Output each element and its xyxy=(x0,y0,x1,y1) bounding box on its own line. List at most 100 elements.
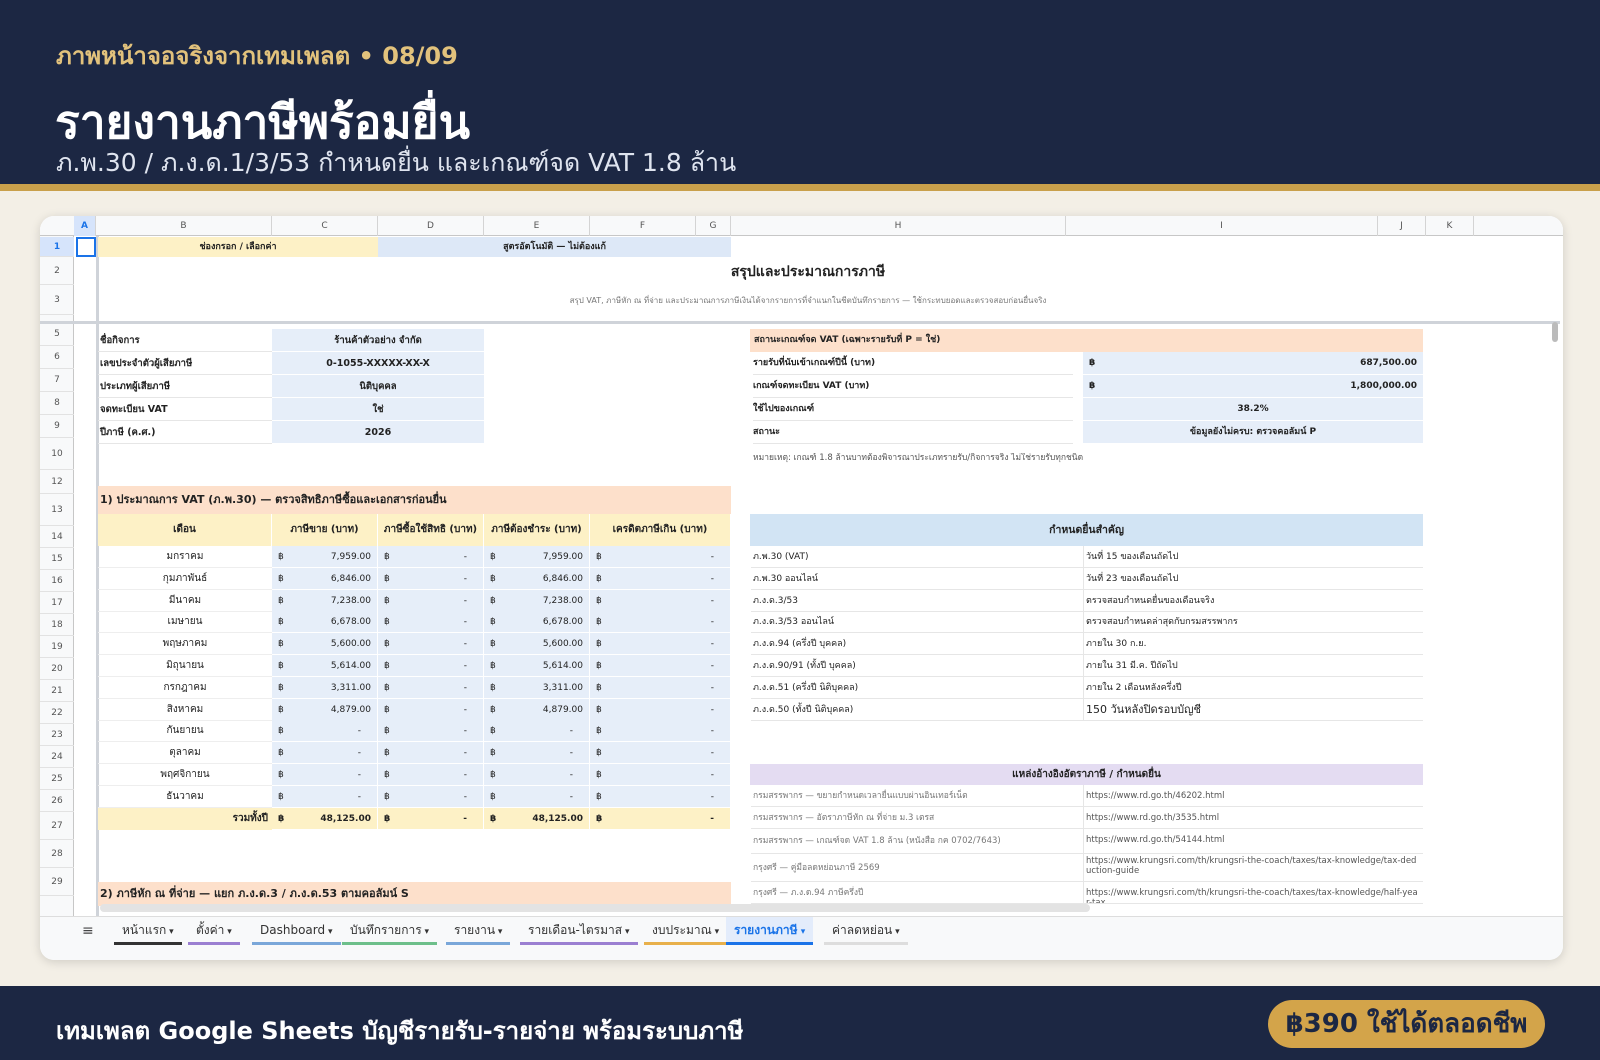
vat-sales-cell[interactable]: ฿ 7,238.00 xyxy=(272,589,378,612)
row-header-17[interactable]: 17 xyxy=(40,592,74,614)
column-header-a[interactable]: A xyxy=(74,216,96,236)
column-header-h[interactable]: H xyxy=(731,216,1066,236)
row-header-14[interactable]: 14 xyxy=(40,526,74,548)
vat-sales-cell[interactable]: ฿ - xyxy=(272,785,378,808)
vat-total-purchase[interactable]: ฿ - xyxy=(378,807,484,830)
vat-payable-cell[interactable]: ฿ 4,879.00 xyxy=(484,698,590,721)
reference-url[interactable]: https://www.rd.go.th/46202.html xyxy=(1084,785,1423,807)
horizontal-scrollbar[interactable] xyxy=(100,904,1090,912)
chevron-down-icon[interactable]: ▾ xyxy=(422,927,430,937)
reference-url[interactable]: https://www.rd.go.th/54144.html xyxy=(1084,829,1423,854)
vertical-scrollbar[interactable] xyxy=(1552,322,1558,342)
vat-purchase-cell[interactable]: ฿ - xyxy=(378,742,484,765)
chevron-down-icon[interactable]: ▾ xyxy=(798,927,806,937)
vat-sales-cell[interactable]: ฿ 7,959.00 xyxy=(272,546,378,568)
vat-sales-cell[interactable]: ฿ 3,311.00 xyxy=(272,676,378,699)
vat-total-payable[interactable]: ฿ 48,125.00 xyxy=(484,807,590,830)
vat-credit-cell[interactable]: ฿ - xyxy=(590,698,731,721)
vat-payable-cell[interactable]: ฿ 7,238.00 xyxy=(484,589,590,612)
vat-sales-cell[interactable]: ฿ - xyxy=(272,764,378,786)
vat-payable-cell[interactable]: ฿ 7,959.00 xyxy=(484,546,590,568)
vat-purchase-cell[interactable]: ฿ - xyxy=(378,589,484,612)
vat-credit-cell[interactable]: ฿ - xyxy=(590,742,731,765)
business-value[interactable]: 2026 xyxy=(272,421,484,444)
business-value[interactable]: 0-1055-XXXXX-XX-X xyxy=(272,352,484,375)
row-header-22[interactable]: 22 xyxy=(40,702,74,724)
row-header-23[interactable]: 23 xyxy=(40,724,74,746)
vat-credit-cell[interactable]: ฿ - xyxy=(590,546,731,568)
vat-credit-cell[interactable]: ฿ - xyxy=(590,764,731,786)
vat-sales-cell[interactable]: ฿ 5,614.00 xyxy=(272,655,378,677)
chevron-down-icon[interactable]: ▾ xyxy=(495,927,503,937)
vat-purchase-cell[interactable]: ฿ - xyxy=(378,567,484,590)
vat-payable-cell[interactable]: ฿ - xyxy=(484,720,590,743)
vat-purchase-cell[interactable]: ฿ - xyxy=(378,633,484,656)
vat-payable-cell[interactable]: ฿ 3,311.00 xyxy=(484,676,590,699)
vat-purchase-cell[interactable]: ฿ - xyxy=(378,676,484,699)
row-header-10[interactable]: 10 xyxy=(40,438,74,470)
row-header-6[interactable]: 6 xyxy=(40,346,74,369)
sheet-tab[interactable]: รายงาน ▾ xyxy=(446,917,511,945)
column-header-k[interactable]: K xyxy=(1426,216,1474,236)
column-header-i[interactable]: I xyxy=(1066,216,1378,236)
column-header-e[interactable]: E xyxy=(484,216,590,236)
vat-purchase-cell[interactable]: ฿ - xyxy=(378,655,484,677)
vat-sales-cell[interactable]: ฿ - xyxy=(272,720,378,743)
chevron-down-icon[interactable]: ▾ xyxy=(325,927,333,937)
row-header-25[interactable]: 25 xyxy=(40,768,74,790)
sheet-tab[interactable]: รายงานภาษี ▾ xyxy=(726,917,814,945)
chevron-down-icon[interactable]: ▾ xyxy=(712,927,720,937)
all-sheets-menu-icon[interactable]: ≡ xyxy=(82,923,94,939)
row-header-5[interactable]: 5 xyxy=(40,323,74,346)
vat-credit-cell[interactable]: ฿ - xyxy=(590,633,731,656)
business-value[interactable]: นิติบุคคล xyxy=(272,375,484,398)
vat-total-credit[interactable]: ฿ - xyxy=(590,807,731,830)
vat-credit-cell[interactable]: ฿ - xyxy=(590,676,731,699)
vat-sales-cell[interactable]: ฿ - xyxy=(272,742,378,765)
price-badge[interactable]: ฿390 ใช้ได้ตลอดชีพ xyxy=(1268,1000,1545,1048)
row-header-21[interactable]: 21 xyxy=(40,680,74,702)
row-header-19[interactable]: 19 xyxy=(40,636,74,658)
sheet-tab[interactable]: Dashboard ▾ xyxy=(252,917,341,945)
sheet-tab[interactable]: งบประมาณ ▾ xyxy=(644,917,728,945)
vat-credit-cell[interactable]: ฿ - xyxy=(590,720,731,743)
sheet-tab[interactable]: รายเดือน-ไตรมาส ▾ xyxy=(520,917,638,945)
vat-credit-cell[interactable]: ฿ - xyxy=(590,611,731,634)
row-header-1[interactable]: 1 xyxy=(40,237,74,257)
row-header-20[interactable]: 20 xyxy=(40,658,74,680)
vat-payable-cell[interactable]: ฿ 6,678.00 xyxy=(484,611,590,634)
vat-payable-cell[interactable]: ฿ - xyxy=(484,764,590,786)
vat-purchase-cell[interactable]: ฿ - xyxy=(378,764,484,786)
business-value[interactable]: ใช่ xyxy=(272,398,484,421)
row-header-13[interactable]: 13 xyxy=(40,494,74,526)
column-header-c[interactable]: C xyxy=(272,216,378,236)
chevron-down-icon[interactable]: ▾ xyxy=(622,927,630,937)
vat-payable-cell[interactable]: ฿ - xyxy=(484,785,590,808)
row-header-7[interactable]: 7 xyxy=(40,369,74,392)
vat-payable-cell[interactable]: ฿ 6,846.00 xyxy=(484,567,590,590)
row-header-28[interactable]: 28 xyxy=(40,840,74,868)
vat-sales-cell[interactable]: ฿ 4,879.00 xyxy=(272,698,378,721)
selected-cell-a1[interactable] xyxy=(76,237,96,257)
vat-credit-cell[interactable]: ฿ - xyxy=(590,655,731,677)
business-value[interactable]: ร้านค้าตัวอย่าง จำกัด xyxy=(272,329,484,352)
sheet-tab[interactable]: ตั้งค่า ▾ xyxy=(188,917,240,945)
chevron-down-icon[interactable]: ▾ xyxy=(892,927,900,937)
vat-credit-cell[interactable]: ฿ - xyxy=(590,785,731,808)
vat-payable-cell[interactable]: ฿ 5,614.00 xyxy=(484,655,590,677)
row-header-12[interactable]: 12 xyxy=(40,470,74,494)
vat-credit-cell[interactable]: ฿ - xyxy=(590,567,731,590)
vat-sales-cell[interactable]: ฿ 5,600.00 xyxy=(272,633,378,656)
vat-purchase-cell[interactable]: ฿ - xyxy=(378,611,484,634)
row-header-24[interactable]: 24 xyxy=(40,746,74,768)
reference-url[interactable]: https://www.krungsri.com/th/krungsri-the… xyxy=(1084,854,1423,882)
reference-url[interactable]: https://www.rd.go.th/3535.html xyxy=(1084,807,1423,829)
vat-purchase-cell[interactable]: ฿ - xyxy=(378,546,484,568)
sheet-tab[interactable]: ค่าลดหย่อน ▾ xyxy=(824,917,908,945)
row-header-15[interactable]: 15 xyxy=(40,548,74,570)
freeze-divider-horizontal[interactable] xyxy=(40,321,1560,324)
column-header-b[interactable]: B xyxy=(96,216,272,236)
chevron-down-icon[interactable]: ▾ xyxy=(224,927,232,937)
row-header-16[interactable]: 16 xyxy=(40,570,74,592)
vat-sales-cell[interactable]: ฿ 6,846.00 xyxy=(272,567,378,590)
